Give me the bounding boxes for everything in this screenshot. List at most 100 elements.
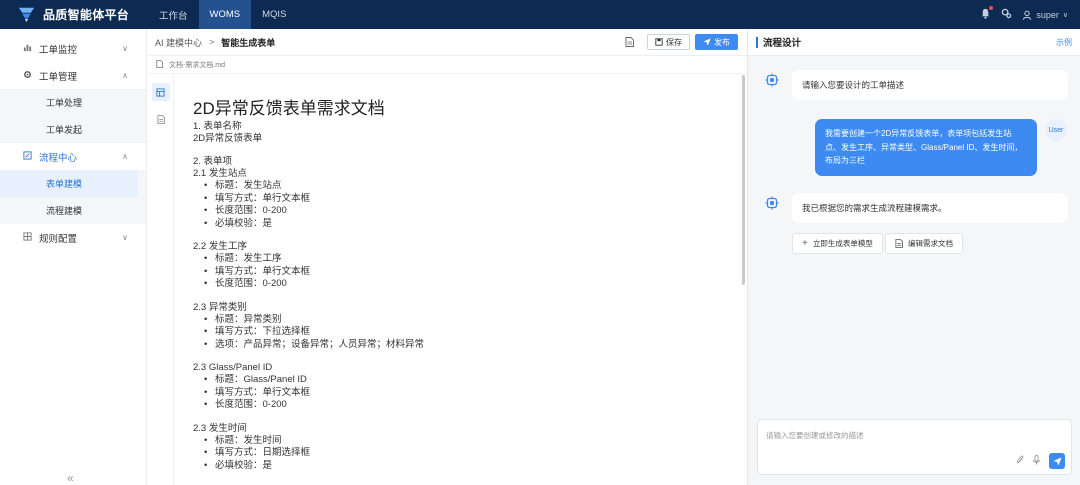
- topnav-workbench[interactable]: 工作台: [148, 0, 199, 29]
- sidebar-subitem-initiate[interactable]: 工单发起: [0, 116, 146, 143]
- send-icon: [703, 38, 711, 46]
- save-label: 保存: [666, 37, 682, 47]
- section-heading: 2. 表单项: [193, 156, 233, 167]
- save-button[interactable]: 保存: [647, 34, 690, 50]
- notification-bell-icon[interactable]: [980, 6, 994, 21]
- sidebar-item-label: 工单监控: [39, 44, 78, 56]
- attachment-icon[interactable]: [1016, 455, 1024, 467]
- save-icon: [655, 38, 663, 46]
- chat-input-box: [757, 419, 1072, 475]
- layout-view-icon[interactable]: [151, 83, 170, 101]
- subsection-heading: 2.3 Glass/Panel ID: [193, 362, 273, 373]
- document-scrollbar[interactable]: [742, 75, 745, 285]
- list-item: 标题：发生站点: [193, 180, 740, 193]
- app-title: 品质智能体平台: [43, 8, 130, 22]
- chevron-down-icon: ∨: [1062, 11, 1068, 19]
- list-item: 长度范围：0-200: [193, 399, 740, 412]
- user-message: 我需要创建一个2D异常反馈表单，表单项包括发生站点、发生工序、异常类型、Glas…: [815, 119, 1037, 176]
- plus-icon: +: [802, 238, 808, 249]
- sidebar-subitem-process-modeling[interactable]: 流程建模: [0, 197, 146, 224]
- chevron-up-icon: ∧: [122, 71, 128, 80]
- chart-icon: [22, 43, 33, 54]
- list-item: 填写方式：下拉选择框: [193, 326, 740, 339]
- microphone-icon[interactable]: [1033, 455, 1040, 467]
- gear-icon: [22, 70, 33, 81]
- collapse-sidebar-icon[interactable]: «: [67, 471, 74, 485]
- section-heading: 1. 表单名称: [193, 121, 242, 132]
- breadcrumb-separator: >: [209, 37, 215, 47]
- publish-label: 发布: [714, 37, 730, 47]
- list-item: 选项：产品异常；设备异常；人员异常；材料异常: [193, 339, 740, 352]
- list-item: 必填校验：是: [193, 218, 740, 231]
- subsection-heading: 2.1 发生站点: [193, 168, 247, 179]
- document-edit-icon: [895, 239, 903, 248]
- send-button[interactable]: [1049, 453, 1065, 469]
- grid-icon: [22, 232, 33, 243]
- send-icon: [1052, 456, 1062, 466]
- generate-form-model-label: 立即生成表单模型: [812, 239, 873, 248]
- document-content[interactable]: 2D异常反馈表单需求文档 1. 表单名称 2D异常反馈表单 2. 表单项 2.1…: [175, 74, 740, 485]
- editor-header: AI 建模中心 > 智能生成表单 保存 发布: [148, 29, 747, 56]
- form-name-value: 2D异常反馈表单: [193, 133, 263, 144]
- process-design-panel: 流程设计 示例 请输入您要设计的工单描述 我需要创建一个2D异常反馈表单，表单项…: [747, 29, 1080, 485]
- bot-message: 请输入您要设计的工单描述: [792, 70, 1068, 100]
- list-item: 标题：Glass/Panel ID: [193, 374, 740, 387]
- document-icon[interactable]: [622, 35, 636, 49]
- bot-avatar-icon: [763, 194, 781, 212]
- topnav-mqis[interactable]: MQIS: [251, 0, 297, 29]
- bot-reply: 我已根据您的需求生成流程建模需求。: [792, 193, 1068, 223]
- list-item: 填写方式：单行文本框: [193, 387, 740, 400]
- sidebar: 工单监控 ∨ 工单管理 ∧ 工单处理 工单发起 流程中心 ∧ 表单建模 流程建模…: [0, 29, 147, 485]
- list-item: 长度范围：0-200: [193, 205, 740, 218]
- sidebar-item-label: 流程中心: [39, 152, 78, 164]
- sidebar-item-rule-config[interactable]: 规则配置 ∨: [0, 224, 146, 251]
- user-icon: [1023, 10, 1032, 20]
- top-bar: 品质智能体平台 工作台 WOMS MQIS super ∨: [0, 0, 1080, 29]
- document-view-icon[interactable]: [152, 110, 170, 128]
- topnav-woms[interactable]: WOMS: [198, 0, 252, 29]
- edit-requirements-label: 编辑需求文档: [908, 239, 953, 248]
- sidebar-subitem-handle[interactable]: 工单处理: [0, 89, 146, 116]
- document-title: 2D异常反馈表单需求文档: [193, 99, 385, 118]
- file-icon: [156, 60, 163, 70]
- file-name: 文档-需求文档.md: [169, 62, 225, 69]
- chevron-down-icon: ∨: [122, 44, 128, 53]
- page-title: 智能生成表单: [221, 37, 276, 48]
- chevron-up-icon: ∧: [122, 152, 128, 161]
- breadcrumb-root[interactable]: AI 建模中心: [155, 36, 202, 49]
- list-item: 长度范围：0-200: [193, 278, 740, 291]
- sidebar-item-work-order-manage[interactable]: 工单管理 ∧: [0, 62, 146, 89]
- list-item: 标题：发生工序: [193, 253, 740, 266]
- subsection-heading: 2.3 发生时间: [193, 422, 247, 434]
- logo-icon: [18, 7, 35, 23]
- edit-requirements-button[interactable]: 编辑需求文档: [885, 233, 963, 254]
- panel-title: 流程设计: [763, 38, 802, 49]
- list-item: 填写方式：单行文本框: [193, 266, 740, 279]
- publish-button[interactable]: 发布: [695, 34, 738, 50]
- sidebar-subitem-form-modeling[interactable]: 表单建模: [0, 170, 138, 197]
- user-menu[interactable]: super ∨: [1022, 10, 1068, 20]
- list-item: 标题：异常类别: [193, 314, 740, 327]
- sidebar-item-label: 工单管理: [39, 71, 78, 83]
- settings-gear-icon[interactable]: [1001, 8, 1012, 21]
- file-tab[interactable]: 文档-需求文档.md: [148, 57, 747, 74]
- generate-form-model-button[interactable]: + 立即生成表单模型: [792, 233, 883, 254]
- chevron-down-icon: ∨: [122, 233, 128, 242]
- title-accent-bar: [756, 36, 758, 48]
- list-item: 标题：发生时间: [193, 435, 740, 448]
- bot-avatar-icon: [763, 71, 781, 89]
- list-item: 必填校验：是: [193, 460, 740, 473]
- sidebar-item-label: 规则配置: [39, 233, 78, 245]
- editor-rail: [148, 74, 174, 485]
- sidebar-item-process-center[interactable]: 流程中心 ∧: [0, 143, 146, 170]
- brand[interactable]: 品质智能体平台: [0, 6, 148, 23]
- edit-icon: [22, 151, 33, 162]
- username: super: [1036, 9, 1059, 20]
- example-link[interactable]: 示例: [1056, 37, 1080, 48]
- user-avatar: User: [1045, 119, 1067, 141]
- list-item: 填写方式：单行文本框: [193, 193, 740, 206]
- sidebar-item-work-order-monitor[interactable]: 工单监控 ∨: [0, 35, 146, 62]
- subsection-heading: 2.2 发生工序: [193, 241, 247, 252]
- list-item: 填写方式：日期选择框: [193, 447, 740, 460]
- subsection-heading: 2.3 异常类别: [193, 301, 247, 313]
